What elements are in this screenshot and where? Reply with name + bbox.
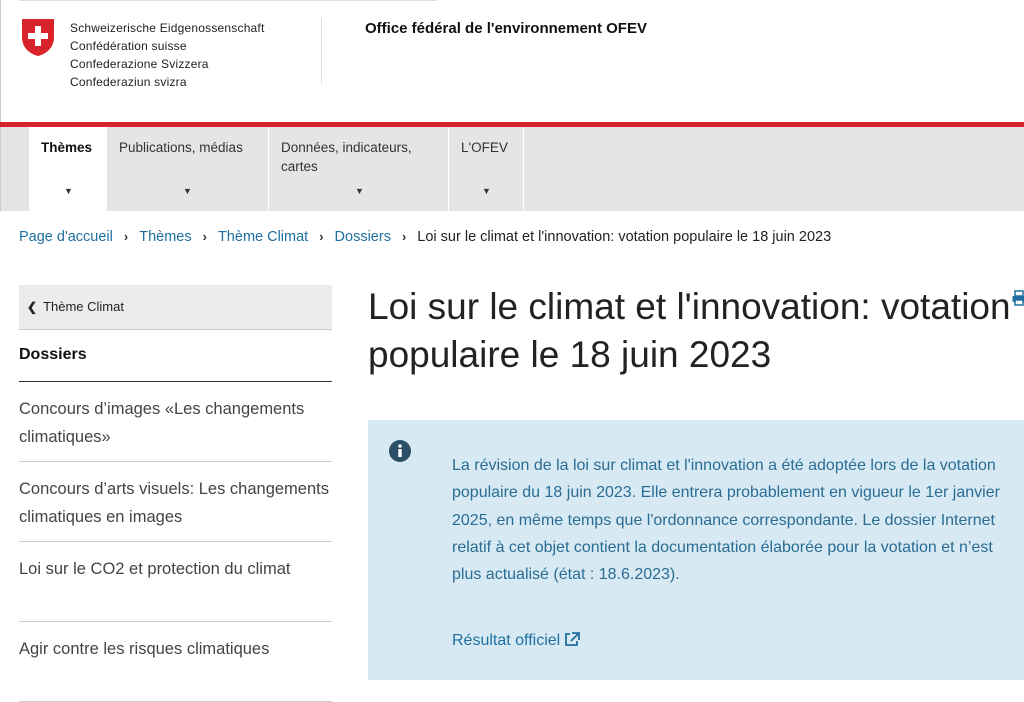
breadcrumb-themes[interactable]: Thèmes: [139, 229, 191, 245]
main-nav: Thèmes ▼ Publications, médias ▼ Données,…: [0, 127, 1024, 211]
federation-name-rm: Confederaziun svizra: [70, 73, 265, 91]
breadcrumb: Page d'accueil › Thèmes › Thème Climat › Dossi…: [19, 229, 831, 245]
breadcrumb-home[interactable]: Page d'accueil: [19, 229, 113, 245]
print-icon[interactable]: [1012, 290, 1024, 306]
site-header: Schweizerische Eidgenossenschaft Confédé…: [0, 0, 1024, 122]
sidebar-title: Dossiers: [19, 330, 332, 382]
official-result-link[interactable]: Résultat officiel: [452, 632, 580, 650]
logo-divider: [19, 0, 437, 1]
tab-ofev[interactable]: L'OFEV ▼: [449, 127, 524, 211]
sidebar-item-visual-arts-contest[interactable]: Concours d’arts visuels: Les changements…: [19, 462, 332, 542]
tab-ofev-label: L'OFEV: [461, 138, 511, 157]
chevron-right-icon: ›: [319, 229, 323, 244]
breadcrumb-current: Loi sur le climat et l'innovation: votat…: [417, 229, 831, 245]
tab-publications[interactable]: Publications, médias ▼: [107, 127, 269, 211]
chevron-right-icon: ›: [124, 229, 128, 244]
sidebar-back-label: Thème Climat: [43, 299, 124, 314]
federation-name-fr: Confédération suisse: [70, 37, 265, 55]
breadcrumb-dossiers[interactable]: Dossiers: [335, 229, 391, 245]
chevron-down-icon: ▼: [482, 182, 491, 201]
header-divider: [321, 18, 322, 84]
page-title: Loi sur le climat et l'innovation: votat…: [368, 283, 1018, 379]
chevron-down-icon: ▼: [183, 182, 192, 201]
sidebar: ❮ Thème Climat Dossiers Concours d’images…: [19, 285, 332, 702]
swiss-cross-icon[interactable]: [20, 17, 56, 57]
office-name: Office fédéral de l'environnement OFEV: [365, 20, 647, 37]
official-result-label: Résultat officiel: [452, 632, 560, 649]
tab-themes[interactable]: Thèmes ▼: [29, 127, 107, 211]
tab-data[interactable]: Données, indicateurs, cartes ▼: [269, 127, 449, 211]
info-box: La révision de la loi sur climat et l'in…: [368, 420, 1024, 680]
chevron-left-icon: ❮: [27, 300, 37, 314]
tab-publications-label: Publications, médias: [119, 138, 256, 157]
chevron-down-icon: ▼: [64, 182, 73, 201]
external-link-icon: [564, 632, 580, 647]
sidebar-item-climate-risks[interactable]: Agir contre les risques climatiques: [19, 622, 332, 702]
tab-data-label: Données, indicateurs, cartes: [281, 138, 436, 176]
chevron-right-icon: ›: [203, 229, 207, 244]
sidebar-back-link[interactable]: ❮ Thème Climat: [19, 285, 332, 330]
breadcrumb-climate[interactable]: Thème Climat: [218, 229, 308, 245]
federation-name-de: Schweizerische Eidgenossenschaft: [70, 19, 265, 37]
info-icon: [389, 440, 411, 462]
sidebar-item-co2-law[interactable]: Loi sur le CO2 et protection du climat: [19, 542, 332, 622]
federation-names[interactable]: Schweizerische Eidgenossenschaft Confédé…: [70, 19, 265, 91]
chevron-right-icon: ›: [402, 229, 406, 244]
info-text: La révision de la loi sur climat et l'in…: [452, 452, 1012, 588]
federation-name-it: Confederazione Svizzera: [70, 55, 265, 73]
tab-themes-label: Thèmes: [41, 138, 94, 157]
sidebar-item-image-contest[interactable]: Concours d’images «Les changements clima…: [19, 382, 332, 462]
chevron-down-icon: ▼: [355, 182, 364, 201]
